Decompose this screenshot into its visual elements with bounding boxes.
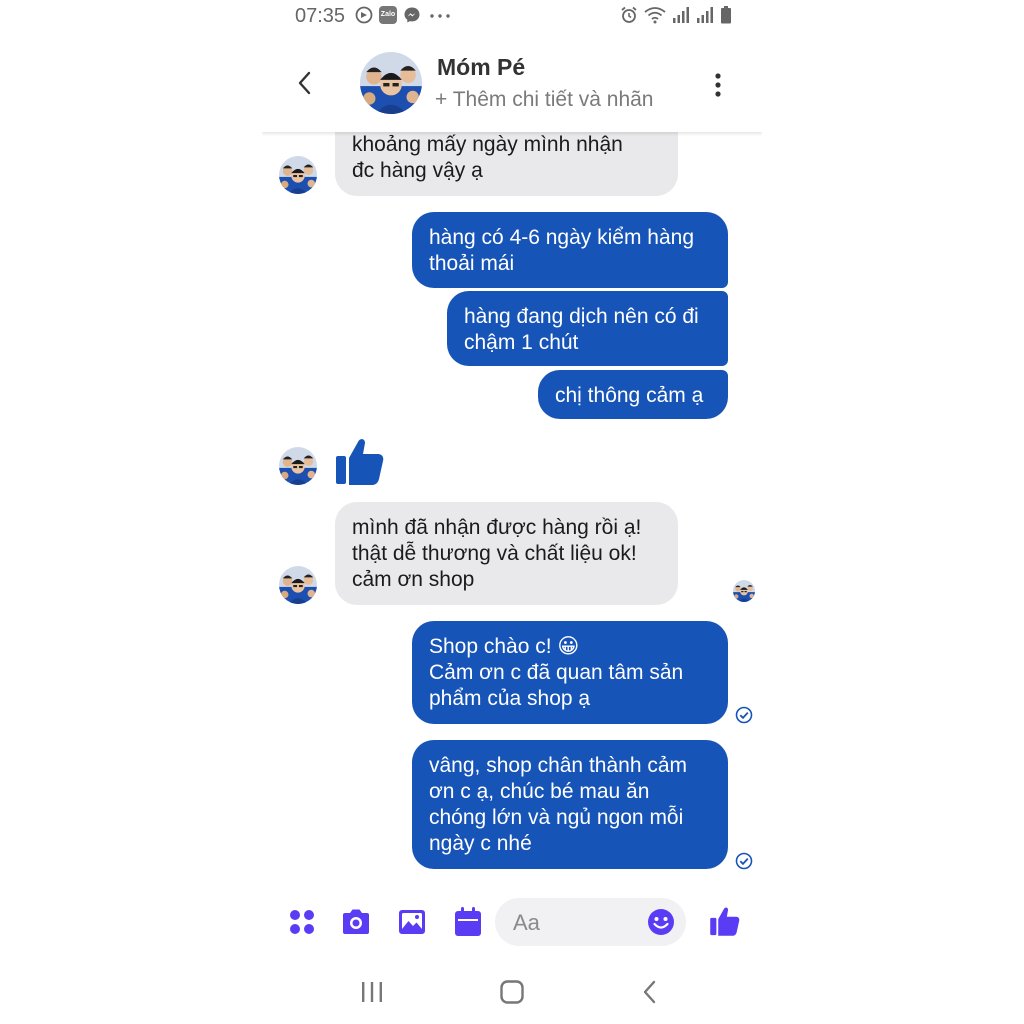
zalo-icon: Zalo: [379, 6, 397, 24]
battery-icon: [721, 6, 731, 24]
system-navigation-bar: [262, 960, 762, 1024]
conversation-header: Móm Pé + Thêm chi tiết và nhãn: [262, 36, 762, 132]
contact-name[interactable]: Móm Pé: [437, 54, 525, 81]
message-outgoing[interactable]: vâng, shop chân thành cảm ơn c ạ, chúc b…: [412, 740, 728, 869]
message-incoming[interactable]: mình đã nhận được hàng rồi ạ! thật dễ th…: [335, 502, 678, 605]
delivered-check-icon: [735, 852, 753, 870]
sync-icon: [355, 6, 373, 24]
back-arrow-icon[interactable]: [292, 66, 316, 100]
contact-avatar-small: [279, 566, 317, 604]
message-composer: [262, 890, 762, 954]
seen-indicator-avatar: [733, 580, 755, 602]
recent-apps-icon[interactable]: [360, 980, 384, 1004]
messenger-screen: 07:35 Zalo Móm Pé + Thêm chi tiết và nhã…: [262, 0, 762, 1024]
contact-avatar-small: [279, 447, 317, 485]
status-bar: 07:35 Zalo: [262, 0, 762, 36]
message-outgoing[interactable]: hàng đang dịch nên có đi chậm 1 chút: [447, 291, 728, 366]
more-notifications-icon: [430, 14, 450, 18]
message-input[interactable]: [511, 906, 635, 940]
contact-avatar[interactable]: [360, 52, 422, 114]
contact-avatar-small: [279, 156, 317, 194]
gallery-icon[interactable]: [397, 907, 427, 937]
camera-icon[interactable]: [340, 907, 372, 937]
like-reaction-icon[interactable]: [334, 434, 386, 488]
thumbs-up-icon[interactable]: [709, 904, 741, 938]
back-nav-icon[interactable]: [640, 979, 660, 1005]
emoji-icon[interactable]: [647, 908, 675, 936]
message-outgoing[interactable]: hàng có 4-6 ngày kiểm hàng thoải mái: [412, 212, 728, 288]
alarm-icon: [621, 6, 637, 23]
message-input-pill: [495, 898, 686, 946]
message-outgoing[interactable]: Shop chào c! 😀 Cảm ơn c đã quan tâm sản …: [412, 621, 728, 724]
wifi-icon: [644, 7, 666, 24]
delivered-check-icon: [735, 706, 753, 724]
signal-icon: [673, 7, 689, 23]
calendar-icon[interactable]: [453, 906, 483, 938]
status-time: 07:35: [295, 5, 346, 27]
messenger-icon: [404, 7, 420, 23]
home-icon[interactable]: [499, 979, 525, 1005]
apps-icon[interactable]: [288, 908, 316, 936]
more-options-icon[interactable]: [708, 70, 728, 100]
message-outgoing[interactable]: chị thông cảm ạ: [538, 370, 728, 419]
signal-2-icon: [697, 7, 713, 23]
add-details-link[interactable]: + Thêm chi tiết và nhãn: [435, 88, 654, 112]
